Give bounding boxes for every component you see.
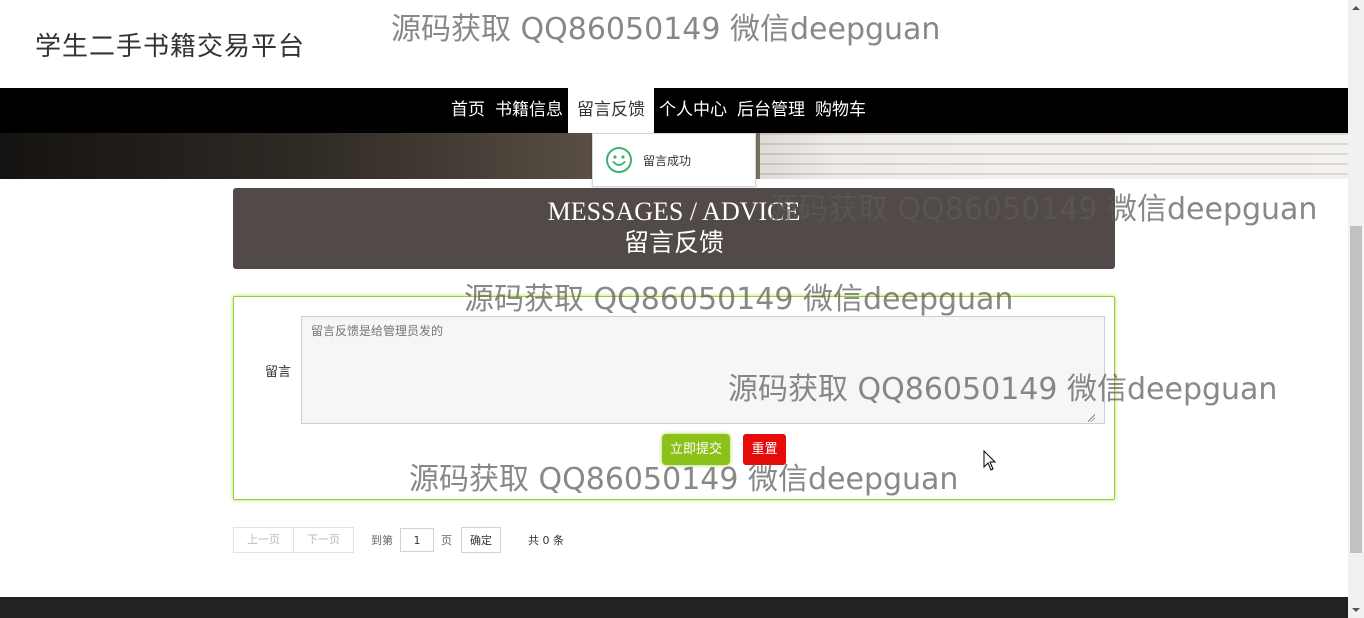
pagination: 上一页 下一页 到第 1 页 确定 共 0 条 xyxy=(233,527,564,553)
smile-icon xyxy=(606,147,632,173)
scroll-thumb[interactable] xyxy=(1350,226,1362,553)
scroll-down-icon[interactable] xyxy=(1348,602,1364,618)
total-count: 共 0 条 xyxy=(528,534,564,547)
watermark: 源码获取 QQ86050149 微信deepguan xyxy=(391,12,941,47)
nav-item-admin[interactable]: 后台管理 xyxy=(732,88,810,133)
site-title: 学生二手书籍交易平台 xyxy=(35,32,306,62)
page: 学生二手书籍交易平台 首页 书籍信息 留言反馈 个人中心 后台管理 购物车 留言… xyxy=(0,0,1348,618)
message-textarea[interactable] xyxy=(301,316,1105,424)
prev-page-button[interactable]: 上一页 xyxy=(233,527,294,553)
nav-item-messages[interactable]: 留言反馈 xyxy=(568,88,654,133)
success-toast: 留言成功 xyxy=(592,133,756,187)
goto-prefix: 到第 xyxy=(371,534,393,547)
mouse-cursor-icon xyxy=(983,450,997,471)
nav-item-home[interactable]: 首页 xyxy=(446,88,490,133)
message-label: 留言 xyxy=(265,365,292,380)
main-nav: 首页 书籍信息 留言反馈 个人中心 后台管理 购物车 xyxy=(446,88,871,133)
next-page-button[interactable]: 下一页 xyxy=(294,527,354,553)
resize-grip-icon[interactable] xyxy=(1087,414,1095,422)
page-number-input[interactable]: 1 xyxy=(400,528,434,552)
reset-button[interactable]: 重置 xyxy=(743,434,786,465)
scroll-up-icon[interactable] xyxy=(1348,0,1364,16)
nav-item-profile[interactable]: 个人中心 xyxy=(654,88,732,133)
submit-button[interactable]: 立即提交 xyxy=(662,434,730,465)
section-title-bar: MESSAGES / ADVICE 留言反馈 xyxy=(233,188,1115,269)
nav-item-cart[interactable]: 购物车 xyxy=(810,88,871,133)
vertical-scrollbar[interactable] xyxy=(1348,0,1364,618)
section-title-cn: 留言反馈 xyxy=(623,228,724,257)
goto-confirm-button[interactable]: 确定 xyxy=(461,527,501,553)
goto-suffix: 页 xyxy=(441,534,452,547)
toast-message: 留言成功 xyxy=(643,153,692,168)
section-title-en: MESSAGES / ADVICE xyxy=(547,197,801,226)
footer xyxy=(0,597,1348,618)
nav-item-books[interactable]: 书籍信息 xyxy=(490,88,568,133)
